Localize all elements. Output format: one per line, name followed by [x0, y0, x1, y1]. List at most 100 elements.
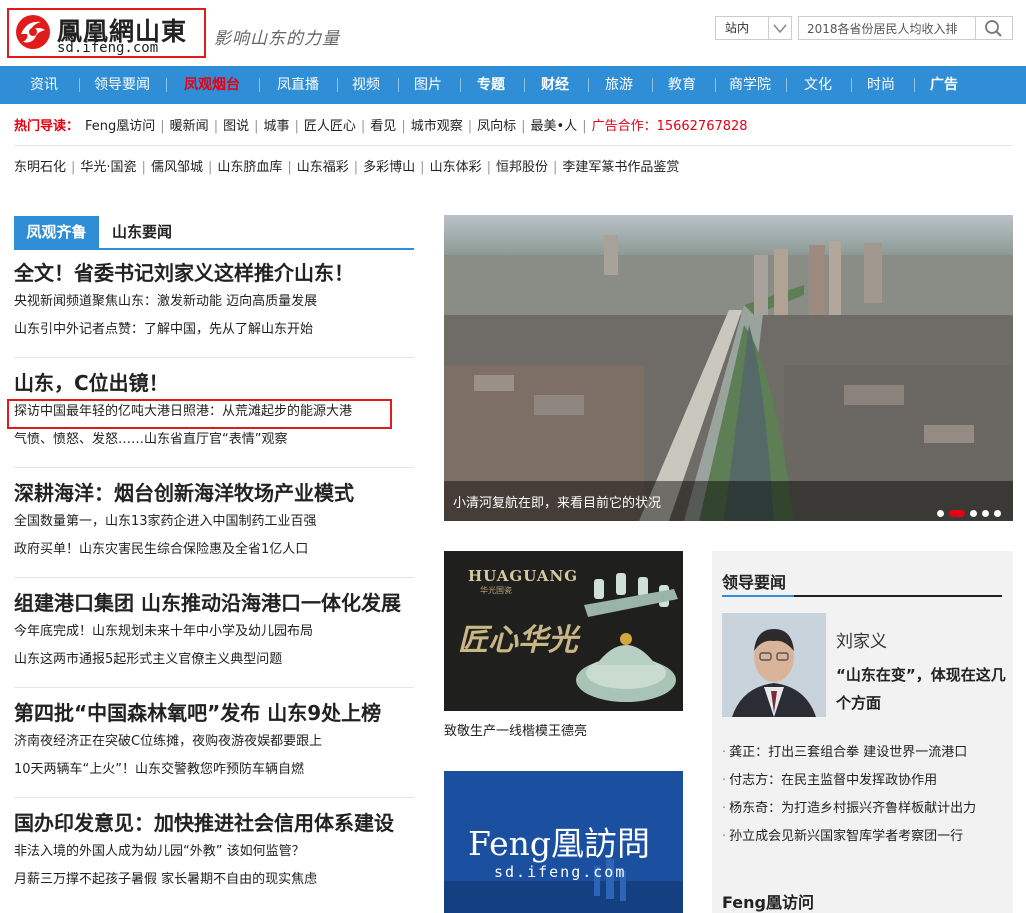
nav-item-leaders[interactable]: 领导要闻 — [87, 66, 157, 104]
sponsor-link[interactable]: 山东福彩 — [297, 160, 349, 175]
search-scope-select[interactable]: 站内 — [715, 16, 792, 40]
slider-dot-active[interactable] — [949, 510, 965, 517]
leader-name[interactable]: 刘家义 — [836, 627, 887, 652]
sponsor-link[interactable]: 多彩博山 — [363, 160, 415, 175]
hero-caption[interactable]: 小清河复航在即，来看目前它的状况 — [453, 492, 661, 511]
news-headline[interactable]: 山东，C位出镜！ — [14, 368, 414, 398]
sponsor-link[interactable]: 儒风邹城 — [151, 160, 203, 175]
news-headline[interactable]: 国办印发意见：加快推进社会信用体系建设 — [14, 808, 414, 838]
tab-shandong-news[interactable]: 山东要闻 — [112, 216, 172, 248]
hero-slider[interactable]: 小清河复航在即，来看目前它的状况 — [444, 215, 1013, 521]
logo-url: sd.ifeng.com — [57, 40, 159, 56]
nav-item-finance[interactable]: 财经 — [530, 66, 580, 104]
nav-item-ads[interactable]: 广告 — [918, 66, 970, 104]
news-sublink[interactable]: 气愤、愤怒、发怒……山东省直厅官“表情”观察 — [14, 426, 414, 454]
nav-item-travel[interactable]: 旅游 — [594, 66, 644, 104]
ad-contact[interactable]: 广告合作：15662767828 — [592, 119, 748, 134]
hot-link[interactable]: 最美•人 — [531, 119, 578, 134]
hot-links-label: 热门导读： — [14, 119, 80, 134]
sponsor-link[interactable]: 山东体彩 — [430, 160, 482, 175]
sponsor-link[interactable]: 山东脐血库 — [217, 160, 282, 175]
feng-interview-heading[interactable]: Feng凰访问 — [722, 889, 814, 913]
slider-dots — [932, 503, 1001, 517]
search-input[interactable] — [798, 16, 976, 40]
ad-slogan: 匠心华光 — [458, 623, 578, 658]
news-sublink[interactable]: 济南夜经济正在突破C位练摊，夜购夜游夜娱都要跟上 — [14, 728, 414, 756]
site-logo[interactable]: 鳳凰網山東 sd.ifeng.com — [7, 8, 206, 58]
nav-item-live[interactable]: 凤直播 — [267, 66, 329, 104]
chevron-down-icon[interactable] — [768, 17, 791, 39]
sponsor-link[interactable]: 东明石化 — [14, 160, 66, 175]
news-headline[interactable]: 组建港口集团 山东推动沿海港口一体化发展 — [14, 588, 414, 618]
list-item[interactable]: 付志方：在民主监督中发挥政协作用 — [722, 767, 1012, 795]
leader-panel-heading[interactable]: 领导要闻 — [722, 569, 786, 593]
feng-interview-ad[interactable]: Feng凰訪問 sd.ifeng.com — [444, 771, 683, 913]
list-item[interactable]: 孙立成会见新兴国家智库学者考察团一行 — [722, 823, 1012, 851]
news-headline[interactable]: 深耕海洋：烟台创新海洋牧场产业模式 — [14, 478, 414, 508]
leader-headline[interactable]: “山东在变”，体现在这几个方面 — [836, 661, 1006, 717]
tab-fengguan-qilu[interactable]: 凤观齐鲁 — [14, 216, 99, 248]
leader-photo[interactable] — [722, 613, 826, 717]
hot-link[interactable]: 看见 — [370, 119, 396, 134]
news-headline[interactable]: 第四批“中国森林氧吧”发布 山东9处上榜 — [14, 698, 414, 728]
search-button[interactable] — [976, 16, 1013, 40]
divider — [14, 687, 414, 688]
list-item[interactable]: 杨东奇：为打造乡村振兴齐鲁样板献计出力 — [722, 795, 1012, 823]
phoenix-logo-icon — [16, 15, 50, 49]
nav-item-video[interactable]: 视频 — [342, 66, 390, 104]
search-scope-value: 站内 — [725, 21, 750, 35]
hot-link[interactable]: 城事 — [263, 119, 289, 134]
news-sublink[interactable]: 山东引中外记者点赞：了解中国，先从了解山东开始 — [14, 316, 414, 344]
site-slogan: 影响山东的力量 — [214, 29, 340, 49]
nav-item-photos[interactable]: 图片 — [404, 66, 452, 104]
hero-photo — [444, 215, 1013, 521]
hot-link[interactable]: 图说 — [223, 119, 249, 134]
news-sublink[interactable]: 全国数量第一，山东13家药企进入中国制药工业百强 — [14, 508, 414, 536]
nav-item-business-school[interactable]: 商学院 — [721, 66, 779, 104]
list-item[interactable]: 龚正：打出三套组合拳 建设世界一流港口 — [722, 739, 1012, 767]
news-item: 深耕海洋：烟台创新海洋牧场产业模式 全国数量第一，山东13家药企进入中国制药工业… — [14, 478, 414, 564]
sponsor-link[interactable]: 华光·国瓷 — [80, 160, 136, 175]
divider — [14, 467, 414, 468]
slider-dot[interactable] — [994, 510, 1001, 517]
nav-item-yantai[interactable]: 凤观烟台 — [174, 66, 250, 104]
news-headline[interactable]: 全文！省委书记刘家义这样推介山东！ — [14, 258, 414, 288]
nav-item-news[interactable]: 资讯 — [18, 66, 70, 104]
news-item: 组建港口集团 山东推动沿海港口一体化发展 今年底完成！山东规划未来十年中小学及幼… — [14, 588, 414, 674]
porcelain-icon — [576, 573, 678, 702]
nav-item-fashion[interactable]: 时尚 — [856, 66, 906, 104]
leader-news-panel: 领导要闻 刘家义 “山东在变”，体现在这几个方面 龚正：打出三套组合拳 建设世界… — [712, 551, 1013, 913]
ad-brand-sub: 华光国瓷 — [480, 586, 512, 595]
slider-dot[interactable] — [937, 510, 944, 517]
main-nav: 资讯 领导要闻 凤观烟台 凤直播 视频 图片 专题 财经 旅游 教育 商学院 文… — [0, 66, 1026, 104]
ad2-title: Feng凰訪問 — [468, 824, 650, 863]
divider — [14, 357, 414, 358]
ad-caption[interactable]: 致敬生产一线楷模王德亮 — [444, 720, 587, 739]
nav-item-culture[interactable]: 文化 — [793, 66, 843, 104]
nav-item-education[interactable]: 教育 — [657, 66, 707, 104]
divider — [14, 577, 414, 578]
hot-link[interactable]: 城市观察 — [411, 119, 463, 134]
hot-link[interactable]: 匠人匠心 — [304, 119, 356, 134]
sponsor-link[interactable]: 恒邦股份 — [496, 160, 548, 175]
hot-link[interactable]: 暖新闻 — [170, 119, 209, 134]
news-sublink[interactable]: 今年底完成！山东规划未来十年中小学及幼儿园布局 — [14, 618, 414, 646]
news-sublink[interactable]: 央视新闻频道聚焦山东：激发新动能 迈向高质量发展 — [14, 288, 414, 316]
news-sublink[interactable]: 山东这两市通报5起形式主义官僚主义典型问题 — [14, 646, 414, 674]
tab-underline — [14, 248, 414, 250]
news-sublink[interactable]: 非法入境的外国人成为幼儿园“外教” 该如何监管？ — [14, 838, 414, 866]
divider — [14, 145, 1013, 146]
news-sublink[interactable]: 10天两辆车“上火”！山东交警教您咋预防车辆自燃 — [14, 756, 414, 784]
news-item: 全文！省委书记刘家义这样推介山东！ 央视新闻频道聚焦山东：激发新动能 迈向高质量… — [14, 258, 414, 344]
news-item: 国办印发意见：加快推进社会信用体系建设 非法入境的外国人成为幼儿园“外教” 该如… — [14, 808, 414, 894]
news-sublink[interactable]: 月薪三万撑不起孩子暑假 家长暑期不自由的现实焦虑 — [14, 866, 414, 894]
nav-item-topics[interactable]: 专题 — [466, 66, 516, 104]
hot-link[interactable]: Feng凰访问 — [85, 119, 155, 134]
huaguang-ad[interactable]: HUAGUANG 华光国瓷 匠心华光 — [444, 551, 683, 711]
sponsor-link[interactable]: 李建军篆书作品鉴赏 — [562, 160, 679, 175]
slider-dot[interactable] — [982, 510, 989, 517]
ad-brand: HUAGUANG — [468, 567, 579, 585]
slider-dot[interactable] — [970, 510, 977, 517]
news-sublink[interactable]: 政府买单！山东灾害民生综合保险惠及全省1亿人口 — [14, 536, 414, 564]
hot-link[interactable]: 凤向标 — [477, 119, 516, 134]
